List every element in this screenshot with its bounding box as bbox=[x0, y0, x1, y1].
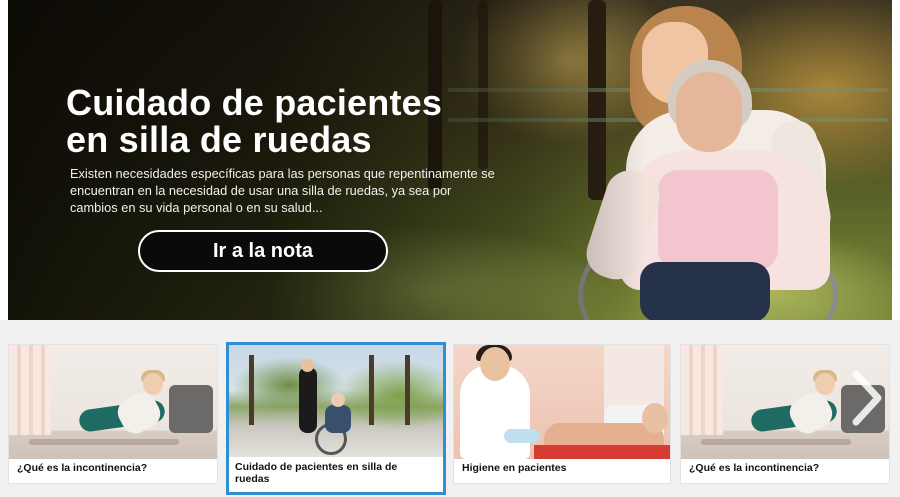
read-article-button[interactable]: Ir a la nota bbox=[138, 230, 388, 272]
hero-title: Cuidado de pacientes en silla de ruedas bbox=[66, 84, 536, 158]
hero-shade-overlay bbox=[8, 0, 892, 320]
card-caption: Cuidado de pacientes en silla de ruedas bbox=[235, 461, 398, 485]
article-card-silla-de-ruedas[interactable]: Cuidado de pacientes en silla de ruedas bbox=[226, 342, 446, 495]
yoga-woman-image bbox=[9, 345, 217, 459]
card-caption: ¿Qué es la incontinencia? bbox=[689, 462, 820, 474]
carousel-next-button[interactable] bbox=[850, 368, 884, 428]
chevron-right-icon bbox=[852, 370, 882, 426]
park-wheelchair-image bbox=[229, 345, 443, 457]
hero-title-line2: en silla de ruedas bbox=[66, 119, 372, 160]
article-card-incontinencia[interactable]: ¿Qué es la incontinencia? bbox=[8, 344, 218, 484]
hero-description: Existen necesidades específicas para las… bbox=[70, 166, 495, 215]
nurse-patient-image bbox=[454, 345, 670, 459]
card-caption: ¿Qué es la incontinencia? bbox=[17, 462, 148, 474]
hero-title-line1: Cuidado de pacientes bbox=[66, 82, 443, 123]
article-card-higiene[interactable]: Higiene en pacientes bbox=[453, 344, 671, 484]
hero-banner: Cuidado de pacientes en silla de ruedas … bbox=[8, 0, 892, 320]
card-caption: Higiene en pacientes bbox=[462, 462, 567, 474]
